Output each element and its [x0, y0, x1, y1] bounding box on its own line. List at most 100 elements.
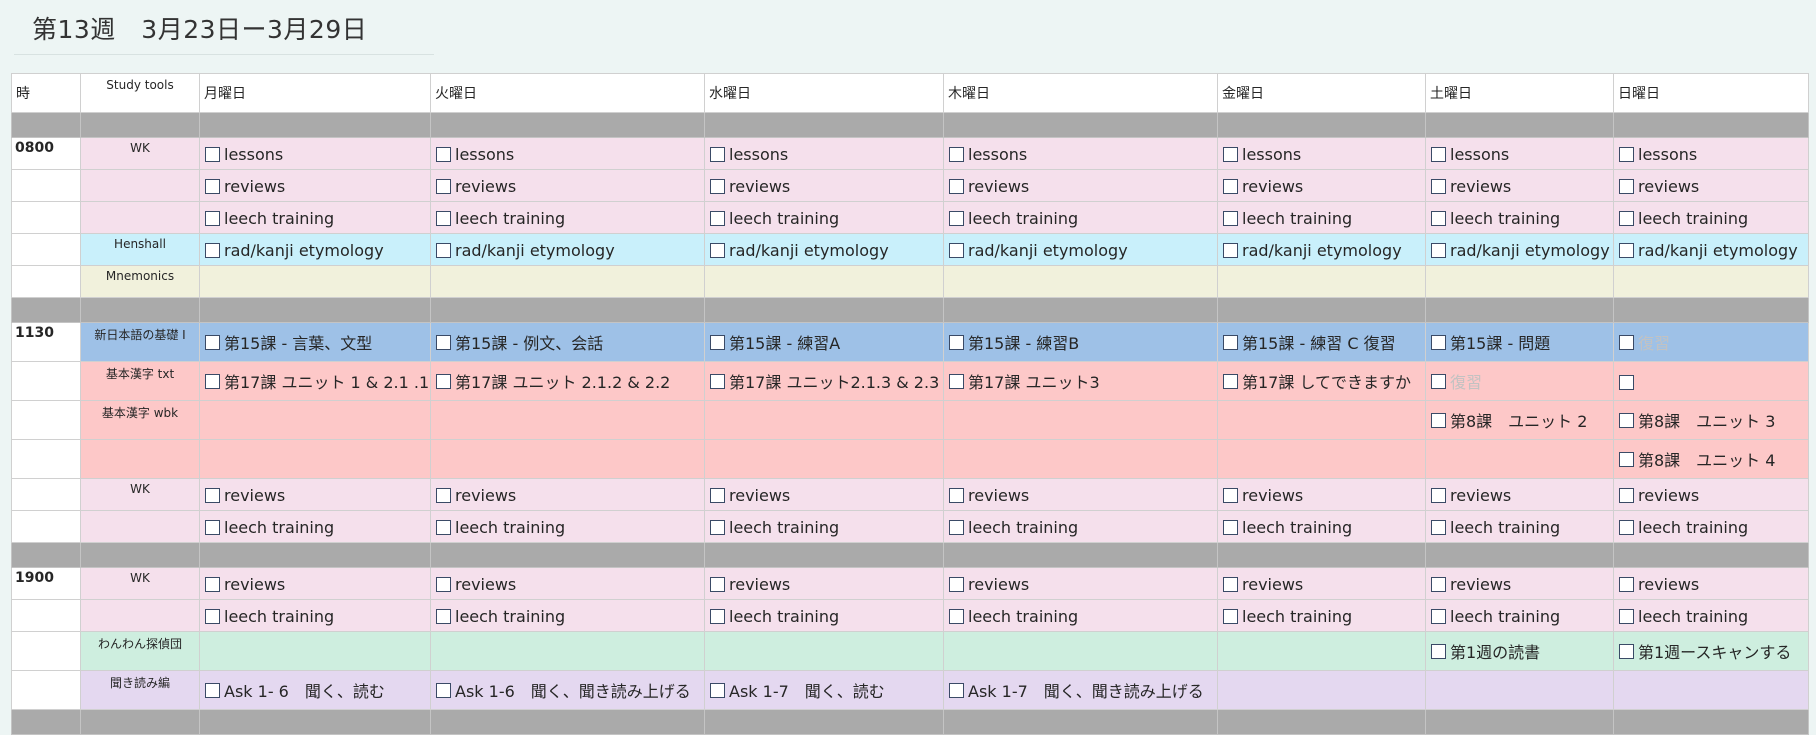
task-label: lessons: [729, 144, 789, 164]
task-label: reviews: [1242, 485, 1304, 505]
task-checkbox[interactable]: [710, 608, 725, 624]
task-checkbox[interactable]: [1431, 412, 1446, 428]
task-label: 第1週の読書: [1450, 643, 1541, 662]
task-checkbox[interactable]: [1223, 576, 1238, 592]
task-label: reviews: [968, 176, 1030, 196]
task-checkbox[interactable]: [1619, 146, 1634, 162]
task-checkbox[interactable]: [949, 373, 964, 389]
task-checkbox[interactable]: [1431, 178, 1446, 194]
task-checkbox[interactable]: [1431, 643, 1446, 659]
task-checkbox[interactable]: [1431, 487, 1446, 503]
task-checkbox[interactable]: [436, 146, 451, 162]
task-checkbox[interactable]: [436, 576, 451, 592]
task-checkbox[interactable]: [205, 334, 220, 350]
task-checkbox[interactable]: [436, 487, 451, 503]
task-checkbox[interactable]: [949, 487, 964, 503]
task-checkbox[interactable]: [205, 242, 220, 258]
task-cell: reviews: [430, 478, 705, 511]
task-checkbox[interactable]: [710, 210, 725, 226]
task-checkbox[interactable]: [1223, 146, 1238, 162]
task-cell: 第15課 - 練習A: [704, 322, 944, 362]
task-checkbox[interactable]: [710, 334, 725, 350]
task-checkbox[interactable]: [710, 487, 725, 503]
task-checkbox[interactable]: [436, 373, 451, 389]
task-checkbox[interactable]: [1223, 242, 1238, 258]
task-checkbox[interactable]: [1431, 373, 1446, 389]
task-checkbox[interactable]: [1619, 412, 1634, 428]
task-checkbox[interactable]: [436, 519, 451, 535]
task-checkbox[interactable]: [205, 146, 220, 162]
task-checkbox[interactable]: [710, 242, 725, 258]
task-label: 第15課 - 言葉、文型: [224, 334, 373, 353]
task-checkbox[interactable]: [949, 242, 964, 258]
task-checkbox[interactable]: [1431, 576, 1446, 592]
task-label: leech training: [729, 606, 840, 626]
task-checkbox[interactable]: [436, 242, 451, 258]
task-checkbox[interactable]: [1619, 334, 1634, 350]
task-checkbox[interactable]: [1619, 451, 1634, 467]
task-checkbox[interactable]: [1223, 487, 1238, 503]
task-checkbox[interactable]: [1431, 146, 1446, 162]
task-checkbox[interactable]: [1619, 374, 1634, 390]
task-checkbox[interactable]: [1619, 608, 1634, 624]
task-checkbox[interactable]: [1619, 210, 1634, 226]
task-checkbox[interactable]: [205, 608, 220, 624]
task-cell: leech training: [943, 510, 1218, 543]
task-checkbox[interactable]: [436, 210, 451, 226]
task-checkbox[interactable]: [1223, 373, 1238, 389]
task-checkbox[interactable]: [1619, 643, 1634, 659]
task-checkbox[interactable]: [1223, 178, 1238, 194]
task-cell: leech training: [943, 201, 1218, 234]
task-checkbox[interactable]: [205, 373, 220, 389]
task-checkbox[interactable]: [710, 682, 725, 698]
task-checkbox[interactable]: [436, 608, 451, 624]
header-day: 火曜日: [430, 73, 705, 113]
task-checkbox[interactable]: [949, 146, 964, 162]
task-checkbox[interactable]: [1223, 210, 1238, 226]
task-label: leech training: [1242, 208, 1353, 228]
task-checkbox[interactable]: [1431, 608, 1446, 624]
task-checkbox[interactable]: [949, 210, 964, 226]
task-checkbox[interactable]: [436, 178, 451, 194]
task-checkbox[interactable]: [710, 146, 725, 162]
schedule-row: Mnemonics: [11, 265, 1809, 298]
task-checkbox[interactable]: [710, 519, 725, 535]
task-label: Ask 1-7 聞く、読む: [729, 682, 885, 701]
task-checkbox[interactable]: [205, 487, 220, 503]
task-checkbox[interactable]: [1431, 210, 1446, 226]
task-cell: [704, 400, 944, 440]
task-label: reviews: [1242, 574, 1304, 594]
task-checkbox[interactable]: [205, 519, 220, 535]
task-checkbox[interactable]: [710, 373, 725, 389]
task-cell: reviews: [704, 169, 944, 202]
task-checkbox[interactable]: [710, 178, 725, 194]
task-checkbox[interactable]: [436, 682, 451, 698]
task-checkbox[interactable]: [710, 576, 725, 592]
task-cell: reviews: [1425, 567, 1614, 600]
task-checkbox[interactable]: [1619, 487, 1634, 503]
task-checkbox[interactable]: [205, 210, 220, 226]
task-checkbox[interactable]: [436, 334, 451, 350]
task-checkbox[interactable]: [1223, 334, 1238, 350]
task-checkbox[interactable]: [1619, 242, 1634, 258]
task-checkbox[interactable]: [949, 334, 964, 350]
task-checkbox[interactable]: [949, 608, 964, 624]
task-checkbox[interactable]: [205, 682, 220, 698]
task-checkbox[interactable]: [949, 682, 964, 698]
task-checkbox[interactable]: [1431, 519, 1446, 535]
task-checkbox[interactable]: [1223, 519, 1238, 535]
task-checkbox[interactable]: [1431, 242, 1446, 258]
task-checkbox[interactable]: [205, 178, 220, 194]
task-checkbox[interactable]: [1619, 576, 1634, 592]
task-checkbox[interactable]: [205, 576, 220, 592]
task-checkbox[interactable]: [1619, 519, 1634, 535]
task-cell: leech training: [704, 510, 944, 543]
task-checkbox[interactable]: [1223, 608, 1238, 624]
task-checkbox[interactable]: [1431, 334, 1446, 350]
task-checkbox[interactable]: [949, 178, 964, 194]
task-checkbox[interactable]: [1619, 178, 1634, 194]
task-label: reviews: [729, 574, 791, 594]
task-checkbox[interactable]: [949, 576, 964, 592]
task-checkbox[interactable]: [949, 519, 964, 535]
study-tool-cell: Henshall: [80, 233, 200, 266]
